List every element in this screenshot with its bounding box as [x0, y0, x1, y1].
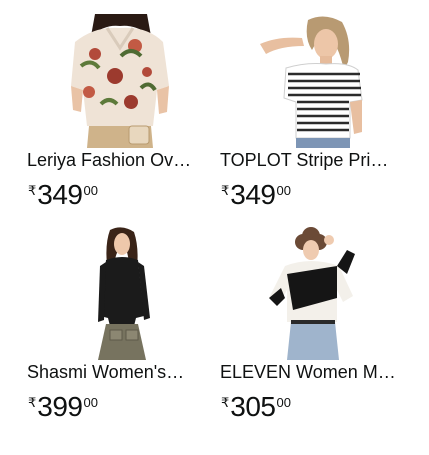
- product-image-floral-shirt[interactable]: [27, 14, 212, 148]
- product-card-shasmi[interactable]: Shasmi Women's… ₹ 399 00: [27, 226, 217, 436]
- striped-tee-model-image: [259, 16, 363, 148]
- product-card-leriya[interactable]: Leriya Fashion Ov… ₹ 349 00: [27, 14, 217, 224]
- product-grid: Leriya Fashion Ov… ₹ 349 00 TOPLOT Strip…: [0, 0, 429, 455]
- currency-symbol: ₹: [221, 395, 230, 410]
- currency-symbol: ₹: [28, 183, 37, 198]
- product-card-eleven[interactable]: ELEVEN Women M… ₹ 305 00: [220, 226, 410, 436]
- price-fraction: 00: [276, 183, 291, 198]
- price-whole: 349: [230, 179, 276, 210]
- product-image-colorblock-sweater[interactable]: [220, 226, 405, 360]
- product-card-toplot[interactable]: TOPLOT Stripe Pri… ₹ 349 00: [220, 14, 410, 224]
- product-title[interactable]: Shasmi Women's…: [27, 360, 209, 384]
- currency-symbol: ₹: [221, 183, 230, 198]
- product-title[interactable]: ELEVEN Women M…: [220, 360, 402, 384]
- black-top-model-image: [97, 227, 150, 360]
- floral-shirt-model-image: [70, 14, 169, 148]
- price-fraction: 00: [83, 395, 98, 410]
- colorblock-sweater-model-image: [268, 227, 355, 360]
- product-image-striped-tee[interactable]: [220, 14, 405, 148]
- price-fraction: 00: [83, 183, 98, 198]
- product-title[interactable]: Leriya Fashion Ov…: [27, 148, 209, 172]
- product-price: ₹ 349 00: [28, 179, 98, 213]
- price-whole: 349: [37, 179, 83, 210]
- price-whole: 305: [230, 391, 276, 422]
- product-price: ₹ 399 00: [28, 391, 98, 425]
- product-price: ₹ 349 00: [221, 179, 291, 213]
- currency-symbol: ₹: [28, 395, 37, 410]
- price-whole: 399: [37, 391, 83, 422]
- product-title[interactable]: TOPLOT Stripe Pri…: [220, 148, 402, 172]
- product-price: ₹ 305 00: [221, 391, 291, 425]
- product-image-black-top[interactable]: [27, 226, 212, 360]
- price-fraction: 00: [276, 395, 291, 410]
